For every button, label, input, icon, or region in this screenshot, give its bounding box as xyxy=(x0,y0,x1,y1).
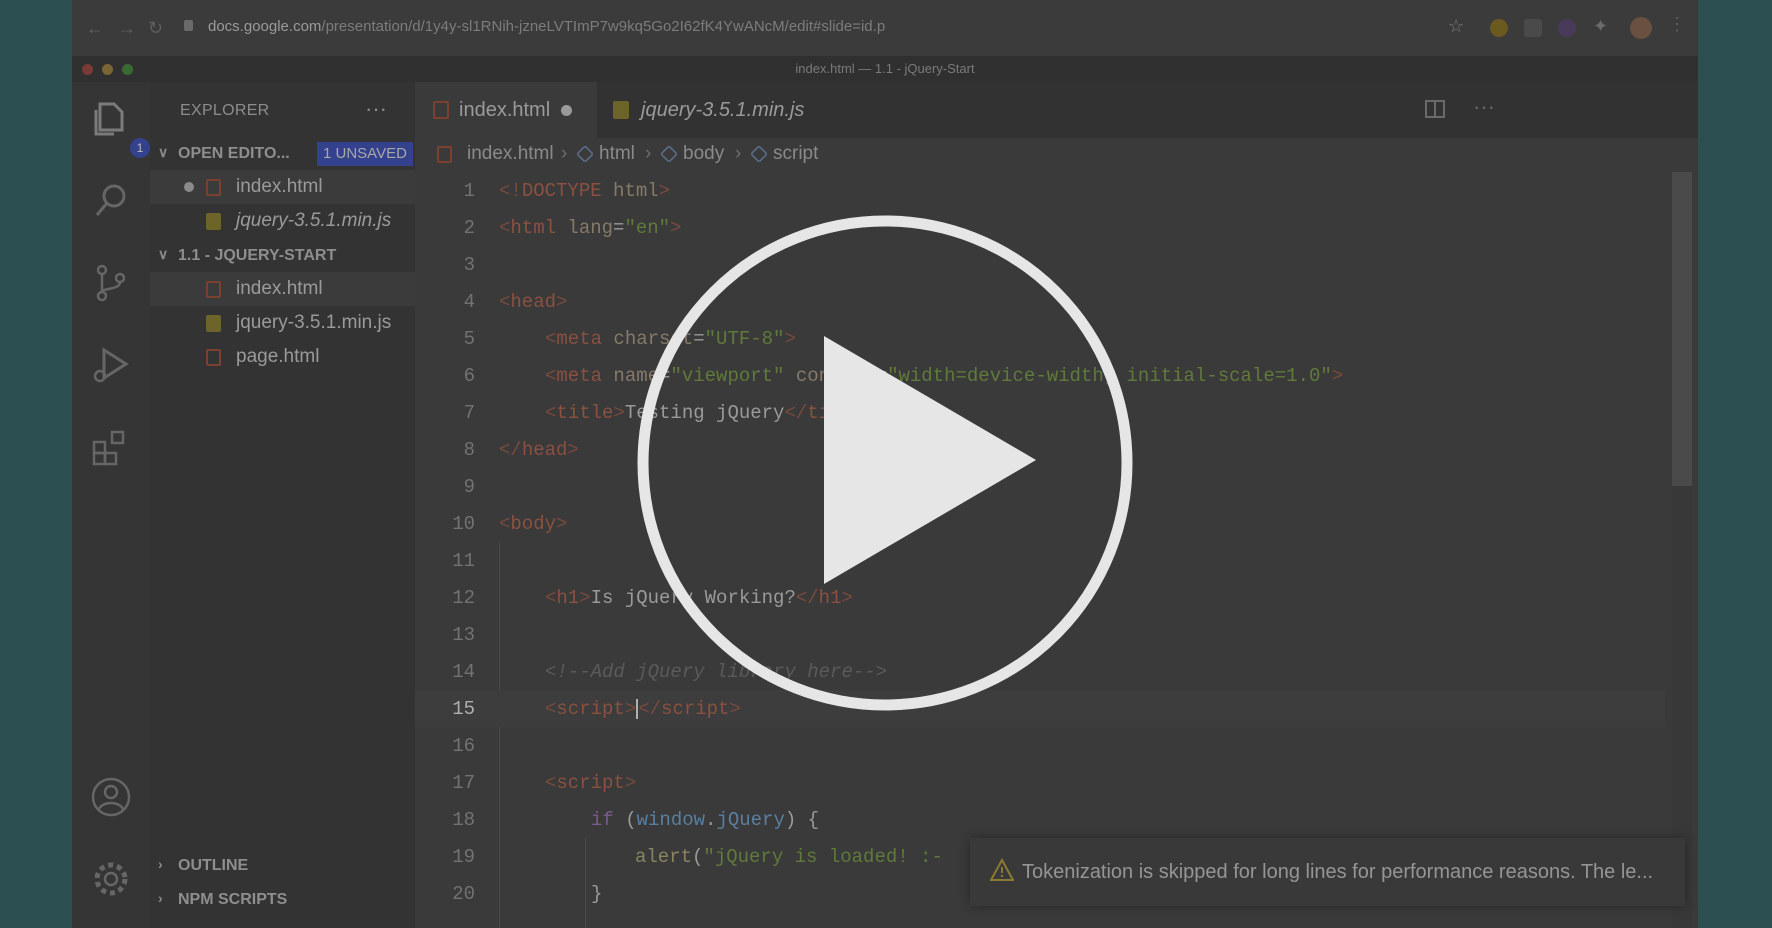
play-button-overlay[interactable] xyxy=(0,0,1772,928)
play-icon[interactable] xyxy=(824,336,1036,584)
